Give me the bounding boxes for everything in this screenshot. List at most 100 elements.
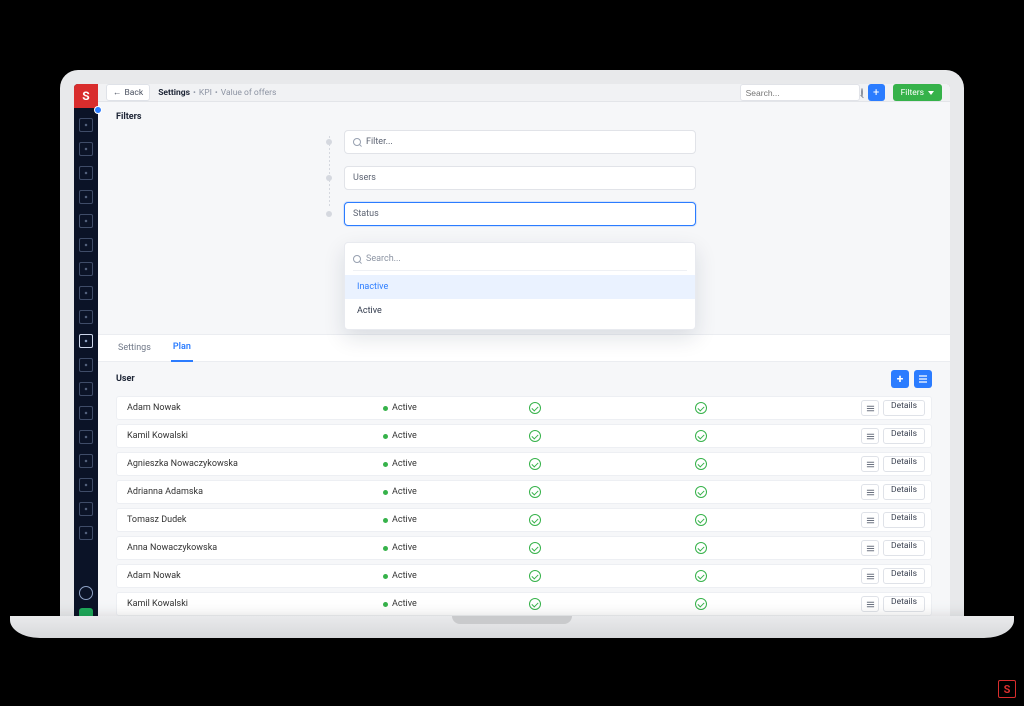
dropdown-search-ph: Search... xyxy=(366,254,401,264)
table-row: Agnieszka NowaczykowskaActiveDetails xyxy=(116,452,932,476)
filter-row-search: Filter... xyxy=(326,130,696,154)
row-menu-button[interactable] xyxy=(861,400,879,416)
user-avatar[interactable] xyxy=(79,586,93,600)
check-circle-icon xyxy=(695,598,707,610)
nav-icon-target[interactable] xyxy=(79,166,93,180)
details-button[interactable]: Details xyxy=(883,484,925,500)
nav-icon-device[interactable] xyxy=(79,454,93,468)
cell-check-1 xyxy=(529,486,689,498)
status-dot-icon xyxy=(383,518,388,523)
nav-icon-list[interactable] xyxy=(79,478,93,492)
cell-status: Active xyxy=(383,543,523,553)
dropdown-option-active[interactable]: Active xyxy=(345,299,695,323)
dropdown-option-inactive[interactable]: Inactive xyxy=(345,275,695,299)
filter-users-pill[interactable]: Users xyxy=(344,166,696,190)
nav-icon-dashboard[interactable] xyxy=(79,118,93,132)
nav-icon-document[interactable] xyxy=(79,310,93,324)
check-circle-icon xyxy=(529,486,541,498)
filter-status-pill[interactable]: Status xyxy=(344,202,696,226)
view-list-button[interactable] xyxy=(914,370,932,388)
cell-check-2 xyxy=(695,570,855,582)
menu-icon xyxy=(866,404,875,413)
table-header: User + xyxy=(98,362,950,396)
nav-icon-people[interactable] xyxy=(79,430,93,444)
nav-icon-clipboard[interactable] xyxy=(79,214,93,228)
nav-icon-folder[interactable] xyxy=(79,286,93,300)
tab-plan[interactable]: Plan xyxy=(171,334,193,362)
details-button[interactable]: Details xyxy=(883,512,925,528)
app-logo[interactable]: S xyxy=(74,84,98,108)
filters-title: Filters xyxy=(116,112,932,122)
row-menu-button[interactable] xyxy=(861,540,879,556)
global-search[interactable] xyxy=(740,84,860,101)
nav-icon-activity[interactable] xyxy=(79,502,93,516)
table-row: Kamil KowalskiActiveDetails xyxy=(116,424,932,448)
filter-row-users: Users xyxy=(326,166,696,190)
row-menu-button[interactable] xyxy=(861,484,879,500)
menu-icon xyxy=(866,600,875,609)
table-row: Anna NowaczykowskaActiveDetails xyxy=(116,536,932,560)
row-menu-button[interactable] xyxy=(861,428,879,444)
back-button[interactable]: ← Back xyxy=(106,84,150,101)
cell-check-2 xyxy=(695,430,855,442)
filter-connector xyxy=(329,136,330,206)
crumb-sep-2: • xyxy=(215,88,218,98)
crumb-kpi[interactable]: KPI xyxy=(199,88,212,98)
row-menu-button[interactable] xyxy=(861,512,879,528)
details-button[interactable]: Details xyxy=(883,596,925,612)
cell-status: Active xyxy=(383,571,523,581)
nav-icon-calendar[interactable] xyxy=(79,238,93,252)
details-button[interactable]: Details xyxy=(883,540,925,556)
search-icon xyxy=(861,88,863,97)
cell-check-2 xyxy=(695,458,855,470)
table-body: Adam NowakActiveDetailsKamil KowalskiAct… xyxy=(98,396,950,630)
cell-check-2 xyxy=(695,514,855,526)
cell-check-1 xyxy=(529,514,689,526)
details-button[interactable]: Details xyxy=(883,568,925,584)
menu-icon xyxy=(866,460,875,469)
cell-actions: Details xyxy=(861,456,925,472)
status-dot-icon xyxy=(383,462,388,467)
nav-icon-building[interactable] xyxy=(79,190,93,204)
filters-button[interactable]: Filters xyxy=(893,84,942,101)
check-circle-icon xyxy=(695,542,707,554)
cell-status: Active xyxy=(383,459,523,469)
menu-icon xyxy=(866,544,875,553)
nav-icon-briefcase[interactable] xyxy=(79,262,93,276)
row-menu-button[interactable] xyxy=(861,568,879,584)
row-menu-button[interactable] xyxy=(861,456,879,472)
filter-placeholder: Filter... xyxy=(366,137,393,147)
cell-status: Active xyxy=(383,515,523,525)
filter-status-label: Status xyxy=(353,209,379,219)
row-menu-button[interactable] xyxy=(861,596,879,612)
search-input[interactable] xyxy=(746,88,857,98)
cell-name: Adam Nowak xyxy=(127,403,377,413)
menu-icon xyxy=(866,572,875,581)
add-row-button[interactable]: + xyxy=(891,370,909,388)
cell-actions: Details xyxy=(861,568,925,584)
nav-icon-cloud[interactable] xyxy=(79,358,93,372)
nav-icon-link[interactable] xyxy=(79,406,93,420)
nav-icon-printer[interactable] xyxy=(79,382,93,396)
details-button[interactable]: Details xyxy=(883,428,925,444)
search-icon xyxy=(353,138,361,146)
status-dot-icon xyxy=(383,406,388,411)
nav-icon-settings[interactable] xyxy=(79,526,93,540)
dropdown-search[interactable]: Search... xyxy=(353,251,687,271)
cell-name: Adrianna Adamska xyxy=(127,487,377,497)
details-button[interactable]: Details xyxy=(883,456,925,472)
cell-name: Adam Nowak xyxy=(127,571,377,581)
nav-icon-chart[interactable] xyxy=(79,142,93,156)
add-button[interactable]: + xyxy=(868,84,885,101)
filter-users-label: Users xyxy=(353,173,376,183)
table-row: Tomasz DudekActiveDetails xyxy=(116,508,932,532)
filter-search-pill[interactable]: Filter... xyxy=(344,130,696,154)
details-button[interactable]: Details xyxy=(883,400,925,416)
crumb-value[interactable]: Value of offers xyxy=(221,88,277,98)
nav-icon-presentation[interactable] xyxy=(79,334,93,348)
crumb-settings[interactable]: Settings xyxy=(158,88,190,98)
tab-settings[interactable]: Settings xyxy=(116,335,153,361)
breadcrumb: Settings • KPI • Value of offers xyxy=(158,88,276,98)
cell-check-1 xyxy=(529,570,689,582)
notification-badge[interactable] xyxy=(94,106,102,114)
